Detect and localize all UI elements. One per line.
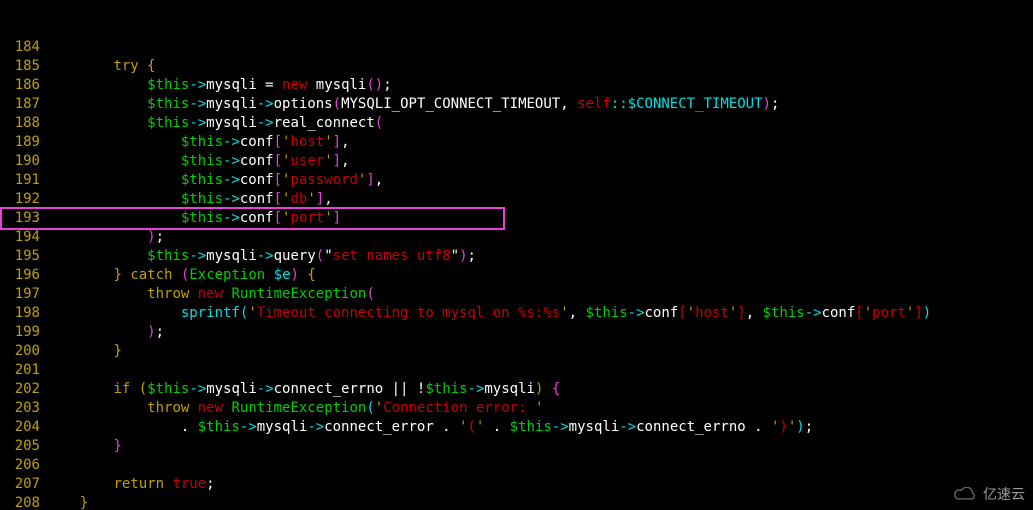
code-content[interactable]: . $this->mysqli->connect_error . '(' . $… [46,418,1033,437]
code-line[interactable]: 189 $this->conf['host'], [0,133,1033,152]
code-line[interactable]: 185 try { [0,57,1033,76]
watermark-text: 亿速云 [983,485,1025,504]
line-number: 191 [0,171,46,190]
code-line[interactable]: 186 $this->mysqli = new mysqli(); [0,76,1033,95]
line-number: 197 [0,285,46,304]
line-number: 206 [0,456,46,475]
line-number: 194 [0,228,46,247]
code-content[interactable]: throw new RuntimeException('Connection e… [46,399,1033,418]
code-content[interactable]: return true; [46,475,1033,494]
code-line[interactable]: 191 $this->conf['password'], [0,171,1033,190]
code-line[interactable]: 187 $this->mysqli->options(MYSQLI_OPT_CO… [0,95,1033,114]
code-line[interactable]: 199 ); [0,323,1033,342]
code-line[interactable]: 203 throw new RuntimeException('Connecti… [0,399,1033,418]
code-content[interactable] [46,38,1033,57]
watermark: 亿速云 [953,485,1025,504]
line-number: 200 [0,342,46,361]
line-number: 187 [0,95,46,114]
code-content[interactable]: $this->conf['host'], [46,133,1033,152]
line-number: 208 [0,494,46,510]
code-line[interactable]: 200 } [0,342,1033,361]
code-line[interactable]: 194 ); [0,228,1033,247]
line-number: 185 [0,57,46,76]
code-content[interactable]: ); [46,323,1033,342]
code-content[interactable]: } [46,494,1033,510]
code-content[interactable]: $this->conf['password'], [46,171,1033,190]
line-number: 204 [0,418,46,437]
line-number: 203 [0,399,46,418]
code-line[interactable]: 190 $this->conf['user'], [0,152,1033,171]
code-line[interactable]: 196 } catch (Exception $e) { [0,266,1033,285]
code-line[interactable]: 195 $this->mysqli->query("set names utf8… [0,247,1033,266]
line-number: 190 [0,152,46,171]
line-number: 199 [0,323,46,342]
line-number: 193 [0,209,46,228]
line-number: 184 [0,38,46,57]
code-line[interactable]: 192 $this->conf['db'], [0,190,1033,209]
code-content[interactable]: $this->mysqli->real_connect( [46,114,1033,133]
code-content[interactable] [46,456,1033,475]
code-line[interactable]: 184 [0,38,1033,57]
code-content[interactable]: $this->mysqli = new mysqli(); [46,76,1033,95]
line-number: 188 [0,114,46,133]
code-line[interactable]: 198 sprintf('Timeout connecting to mysql… [0,304,1033,323]
line-number: 195 [0,247,46,266]
code-content[interactable]: $this->conf['user'], [46,152,1033,171]
code-content[interactable]: try { [46,57,1033,76]
code-line[interactable]: 188 $this->mysqli->real_connect( [0,114,1033,133]
line-number: 189 [0,133,46,152]
code-content[interactable]: $this->mysqli->options(MYSQLI_OPT_CONNEC… [46,95,1033,114]
code-content[interactable]: } catch (Exception $e) { [46,266,1033,285]
code-content[interactable]: } [46,437,1033,456]
code-content[interactable]: $this->conf['port'] [46,209,1033,228]
code-line[interactable]: 207 return true; [0,475,1033,494]
code-editor[interactable]: 184185 try {186 $this->mysqli = new mysq… [0,0,1033,510]
line-number: 207 [0,475,46,494]
line-number: 192 [0,190,46,209]
code-content[interactable]: if ($this->mysqli->connect_errno || !$th… [46,380,1033,399]
code-line[interactable]: 208 } [0,494,1033,510]
code-content[interactable]: } [46,342,1033,361]
code-content[interactable]: throw new RuntimeException( [46,285,1033,304]
code-content[interactable]: ); [46,228,1033,247]
line-number: 205 [0,437,46,456]
code-line[interactable]: 201 [0,361,1033,380]
code-line[interactable]: 205 } [0,437,1033,456]
code-content[interactable]: sprintf('Timeout connecting to mysql on … [46,304,1033,323]
line-number: 196 [0,266,46,285]
cloud-icon [953,487,979,503]
code-line[interactable]: 193 $this->conf['port'] [0,209,1033,228]
code-content[interactable] [46,361,1033,380]
code-content[interactable]: $this->conf['db'], [46,190,1033,209]
code-line[interactable]: 197 throw new RuntimeException( [0,285,1033,304]
code-line[interactable]: 206 [0,456,1033,475]
line-number: 198 [0,304,46,323]
line-number: 201 [0,361,46,380]
line-number: 202 [0,380,46,399]
line-number: 186 [0,76,46,95]
code-line[interactable]: 202 if ($this->mysqli->connect_errno || … [0,380,1033,399]
code-line[interactable]: 204 . $this->mysqli->connect_error . '('… [0,418,1033,437]
code-content[interactable]: $this->mysqli->query("set names utf8"); [46,247,1033,266]
